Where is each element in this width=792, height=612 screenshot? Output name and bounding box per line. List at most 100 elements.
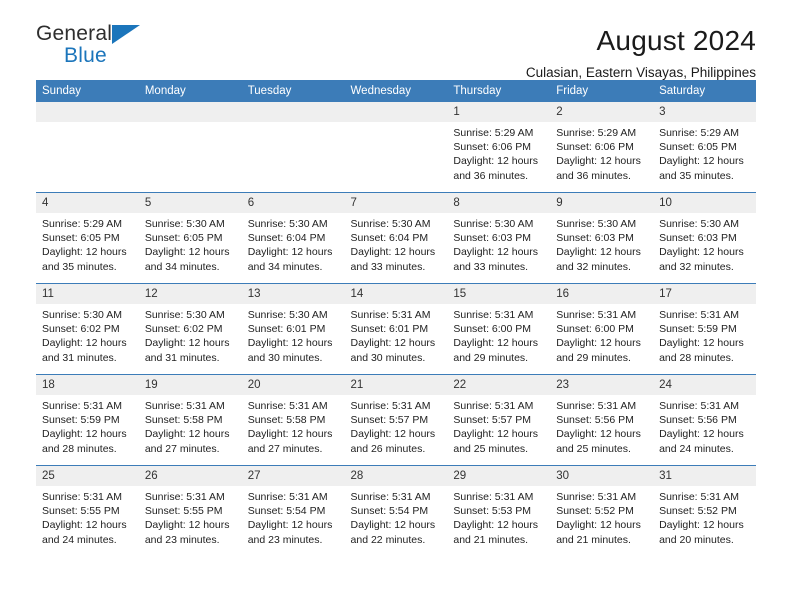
day-cell[interactable]: 14 Sunrise: 5:31 AM Sunset: 6:01 PM Dayligh… <box>344 284 448 374</box>
sun-info: Sunrise: 5:31 AM Sunset: 5:54 PM Daylight:… <box>345 486 448 547</box>
day-cell[interactable]: 8 Sunrise: 5:30 AM Sunset: 6:03 PM Daylight… <box>447 193 551 283</box>
calendar-cell: 28 Sunrise: 5:31 AM Sunset: 5:54 PM Dayligh… <box>344 465 448 556</box>
day-cell[interactable]: 22 Sunrise: 5:31 AM Sunset: 5:57 PM Dayligh… <box>447 375 551 465</box>
day-cell[interactable]: 29 Sunrise: 5:31 AM Sunset: 5:53 PM Dayligh… <box>447 466 551 556</box>
calendar-body: 1 Sunrise: 5:29 AM Sunset: 6:06 PM Daylight… <box>36 102 756 556</box>
day-cell[interactable]: 5 Sunrise: 5:30 AM Sunset: 6:05 PM Daylight… <box>138 193 242 283</box>
day-cell[interactable]: 31 Sunrise: 5:31 AM Sunset: 5:52 PM Dayligh… <box>653 466 756 556</box>
day-cell[interactable]: 2 Sunrise: 5:29 AM Sunset: 6:06 PM Daylight… <box>550 102 654 192</box>
calendar-cell: 9 Sunrise: 5:30 AM Sunset: 6:03 PM Daylight… <box>550 192 654 284</box>
sun-info-sunrise: Sunrise: 5:30 AM <box>453 218 534 230</box>
day-cell[interactable]: 28 Sunrise: 5:31 AM Sunset: 5:54 PM Dayligh… <box>344 466 448 556</box>
day-cell-empty <box>344 102 448 192</box>
day-number: 25 <box>36 466 139 486</box>
day-cell[interactable]: 7 Sunrise: 5:30 AM Sunset: 6:04 PM Daylight… <box>344 193 448 283</box>
sun-info: Sunrise: 5:30 AM Sunset: 6:02 PM Daylight:… <box>139 304 242 365</box>
sun-info-sunrise: Sunrise: 5:31 AM <box>350 400 431 412</box>
day-cell[interactable]: 20 Sunrise: 5:31 AM Sunset: 5:58 PM Dayligh… <box>241 375 345 465</box>
sun-info-daylight2: and 34 minutes. <box>144 260 220 273</box>
sun-info-daylight2: and 20 minutes. <box>659 533 734 546</box>
sun-info: Sunrise: 5:31 AM Sunset: 5:56 PM Daylight:… <box>550 395 653 456</box>
calendar-cell: 29 Sunrise: 5:31 AM Sunset: 5:53 PM Dayligh… <box>447 465 551 556</box>
calendar-cell <box>344 102 448 193</box>
sun-info-sunrise: Sunrise: 5:31 AM <box>350 309 431 321</box>
day-cell[interactable]: 16 Sunrise: 5:31 AM Sunset: 6:00 PM Dayligh… <box>550 284 654 374</box>
sun-info: Sunrise: 5:30 AM Sunset: 6:04 PM Daylight:… <box>242 213 345 274</box>
day-number: 28 <box>344 466 448 486</box>
weekday-header-monday: Monday <box>138 80 242 102</box>
day-cell[interactable]: 11 Sunrise: 5:30 AM Sunset: 6:02 PM Dayligh… <box>36 284 139 374</box>
day-cell[interactable]: 19 Sunrise: 5:31 AM Sunset: 5:58 PM Dayligh… <box>138 375 242 465</box>
sun-info-daylight1: Daylight: 12 hours <box>144 428 230 441</box>
day-cell[interactable]: 30 Sunrise: 5:31 AM Sunset: 5:52 PM Dayligh… <box>550 466 654 556</box>
calendar-cell: 15 Sunrise: 5:31 AM Sunset: 6:00 PM Dayligh… <box>447 283 551 375</box>
day-cell[interactable]: 25 Sunrise: 5:31 AM Sunset: 5:55 PM Dayligh… <box>36 466 139 556</box>
day-cell[interactable]: 12 Sunrise: 5:30 AM Sunset: 6:02 PM Dayligh… <box>138 284 242 374</box>
sun-info-daylight2: and 32 minutes. <box>659 260 734 273</box>
day-number: 10 <box>653 193 756 213</box>
sun-info-sunset: Sunset: 6:01 PM <box>247 323 326 336</box>
sun-info-sunrise: Sunrise: 5:30 AM <box>144 309 225 321</box>
sun-info-daylight2: and 32 minutes. <box>556 260 631 273</box>
day-cell[interactable]: 10 Sunrise: 5:30 AM Sunset: 6:03 PM Dayligh… <box>653 193 756 283</box>
sun-info-daylight1: Daylight: 12 hours <box>350 519 436 532</box>
day-number: 14 <box>344 284 448 304</box>
day-cell[interactable]: 15 Sunrise: 5:31 AM Sunset: 6:00 PM Dayligh… <box>447 284 551 374</box>
sun-info-daylight2: and 28 minutes. <box>42 442 117 455</box>
sun-info-sunrise: Sunrise: 5:29 AM <box>659 127 740 139</box>
sun-info-daylight2: and 25 minutes. <box>556 442 631 455</box>
sun-info-daylight1: Daylight: 12 hours <box>659 428 744 441</box>
sun-info-sunrise: Sunrise: 5:31 AM <box>144 400 225 412</box>
calendar-page: General Blue August 2024 Culasian, Easte… <box>0 0 792 612</box>
sun-info-daylight2: and 23 minutes. <box>247 533 323 546</box>
day-cell[interactable]: 26 Sunrise: 5:31 AM Sunset: 5:55 PM Dayligh… <box>138 466 242 556</box>
calendar-cell <box>241 102 345 193</box>
brand-logo[interactable]: General Blue <box>36 22 236 74</box>
sun-info-sunset: Sunset: 5:58 PM <box>247 414 326 427</box>
sun-info-daylight1: Daylight: 12 hours <box>453 246 539 259</box>
page-header: General Blue August 2024 Culasian, Easte… <box>36 0 756 80</box>
brand-name-general: General <box>36 22 113 45</box>
day-cell[interactable]: 23 Sunrise: 5:31 AM Sunset: 5:56 PM Dayligh… <box>550 375 654 465</box>
sun-info-sunset: Sunset: 5:55 PM <box>144 505 223 518</box>
sun-info-daylight2: and 27 minutes. <box>247 442 323 455</box>
sun-info-daylight2: and 30 minutes. <box>247 351 323 364</box>
day-cell[interactable]: 13 Sunrise: 5:30 AM Sunset: 6:01 PM Dayligh… <box>241 284 345 374</box>
sun-info-daylight1: Daylight: 12 hours <box>42 246 127 259</box>
day-cell[interactable]: 9 Sunrise: 5:30 AM Sunset: 6:03 PM Daylight… <box>550 193 654 283</box>
sun-info-sunrise: Sunrise: 5:31 AM <box>556 400 637 412</box>
sun-info: Sunrise: 5:31 AM Sunset: 5:57 PM Daylight:… <box>447 395 550 456</box>
day-cell[interactable]: 6 Sunrise: 5:30 AM Sunset: 6:04 PM Daylight… <box>241 193 345 283</box>
day-cell[interactable]: 4 Sunrise: 5:29 AM Sunset: 6:05 PM Daylight… <box>36 193 139 283</box>
sun-info-sunset: Sunset: 5:55 PM <box>42 505 120 518</box>
day-number: 21 <box>344 375 448 395</box>
sun-info-sunset: Sunset: 6:06 PM <box>556 141 634 154</box>
day-cell[interactable]: 21 Sunrise: 5:31 AM Sunset: 5:57 PM Dayligh… <box>344 375 448 465</box>
sun-info-daylight1: Daylight: 12 hours <box>144 337 230 350</box>
sun-info-sunrise: Sunrise: 5:31 AM <box>659 400 740 412</box>
day-cell[interactable]: 1 Sunrise: 5:29 AM Sunset: 6:06 PM Daylight… <box>447 102 551 192</box>
sun-info: Sunrise: 5:31 AM Sunset: 5:57 PM Daylight:… <box>345 395 448 456</box>
sun-info-sunrise: Sunrise: 5:30 AM <box>659 218 740 230</box>
sun-info-daylight1: Daylight: 12 hours <box>453 519 539 532</box>
day-cell-empty <box>138 102 242 192</box>
calendar-table: Sunday Monday Tuesday Wednesday Thursday Frid… <box>36 80 756 556</box>
calendar-cell: 7 Sunrise: 5:30 AM Sunset: 6:04 PM Daylight… <box>344 192 448 284</box>
day-cell[interactable]: 27 Sunrise: 5:31 AM Sunset: 5:54 PM Dayligh… <box>241 466 345 556</box>
day-cell[interactable]: 17 Sunrise: 5:31 AM Sunset: 5:59 PM Dayligh… <box>653 284 756 374</box>
day-cell[interactable]: 3 Sunrise: 5:29 AM Sunset: 6:05 PM Daylight… <box>653 102 756 192</box>
calendar-cell: 14 Sunrise: 5:31 AM Sunset: 6:01 PM Dayligh… <box>344 283 448 375</box>
sun-info-sunset: Sunset: 6:02 PM <box>42 323 120 336</box>
calendar-cell: 27 Sunrise: 5:31 AM Sunset: 5:54 PM Dayligh… <box>241 465 345 556</box>
sun-info-sunrise: Sunrise: 5:31 AM <box>42 491 122 503</box>
sun-info: Sunrise: 5:30 AM Sunset: 6:04 PM Daylight:… <box>345 213 448 274</box>
day-number: 2 <box>550 102 654 122</box>
sun-info-sunset: Sunset: 5:57 PM <box>350 414 429 427</box>
day-cell[interactable]: 18 Sunrise: 5:31 AM Sunset: 5:59 PM Dayligh… <box>36 375 139 465</box>
sun-info-sunset: Sunset: 5:58 PM <box>144 414 223 427</box>
sun-info-sunset: Sunset: 6:03 PM <box>453 232 532 245</box>
sun-info-sunset: Sunset: 5:56 PM <box>556 414 634 427</box>
day-cell[interactable]: 24 Sunrise: 5:31 AM Sunset: 5:56 PM Dayligh… <box>653 375 756 465</box>
calendar-cell <box>36 102 139 193</box>
calendar-week-row: 4 Sunrise: 5:29 AM Sunset: 6:05 PM Daylight… <box>36 192 756 284</box>
